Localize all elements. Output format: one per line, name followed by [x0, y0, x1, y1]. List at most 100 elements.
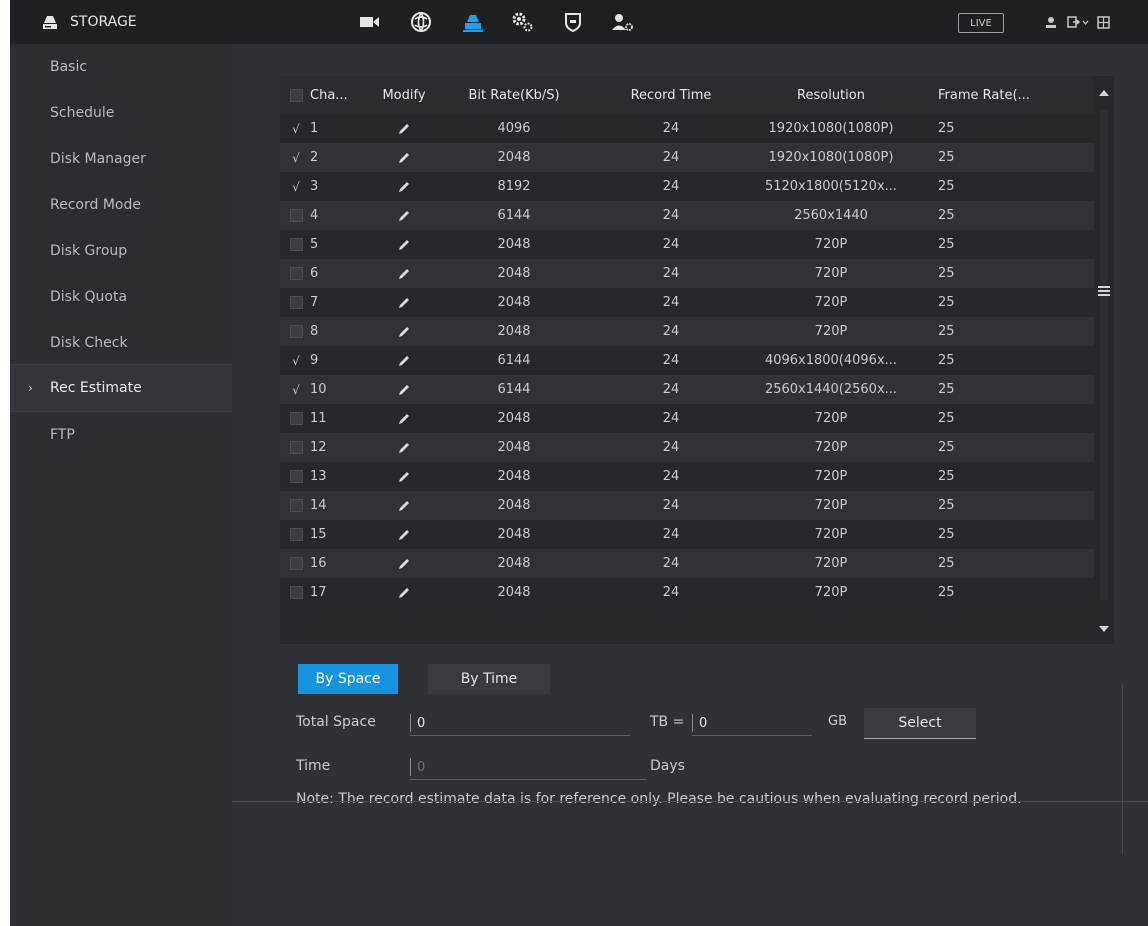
edit-pencil-icon[interactable]	[374, 549, 434, 578]
gb-input[interactable]: 0	[692, 711, 812, 736]
camera-icon[interactable]	[357, 9, 383, 35]
row-checkbox[interactable]: √	[288, 143, 304, 172]
edit-pencil-icon[interactable]	[374, 201, 434, 230]
resolution-cell: 720P	[814, 469, 848, 484]
days-label: Days	[650, 758, 685, 774]
edit-pencil-icon[interactable]	[374, 491, 434, 520]
table-row[interactable]: 12 2048 24 720P 25	[280, 433, 1094, 462]
table-row[interactable]: 5 2048 24 720P 25	[280, 230, 1094, 259]
resolution-cell: 720P	[814, 295, 848, 310]
edit-pencil-icon[interactable]	[374, 114, 434, 143]
sidebar-item-schedule[interactable]: Schedule	[10, 90, 232, 136]
table-row[interactable]: 13 2048 24 720P 25	[280, 462, 1094, 491]
row-checkbox[interactable]: √	[288, 172, 304, 201]
edit-pencil-icon[interactable]	[374, 143, 434, 172]
row-checkbox[interactable]	[288, 462, 304, 491]
sidebar-item-rec-estimate[interactable]: › Rec Estimate	[10, 365, 232, 411]
edit-pencil-icon[interactable]	[374, 462, 434, 491]
table-row[interactable]: √ 10 6144 24 2560x1440(2560x... 25	[280, 375, 1094, 404]
record-time-cell: 24	[662, 237, 680, 252]
table-row[interactable]: 14 2048 24 720P 25	[280, 491, 1094, 520]
edit-pencil-icon[interactable]	[374, 259, 434, 288]
sidebar-item-disk-quota[interactable]: Disk Quota	[10, 274, 232, 320]
live-button[interactable]: LIVE	[958, 13, 1004, 33]
edit-pencil-icon[interactable]	[374, 578, 434, 607]
table-row[interactable]: 17 2048 24 720P 25	[280, 578, 1094, 607]
display-layout-icon[interactable]	[1094, 13, 1112, 31]
scrollbar[interactable]	[1094, 76, 1114, 644]
account-icon[interactable]	[610, 9, 636, 35]
row-checkbox[interactable]: √	[288, 375, 304, 404]
scroll-down-arrow-icon[interactable]	[1099, 626, 1109, 632]
user-icon[interactable]	[1042, 13, 1060, 31]
edit-pencil-icon[interactable]	[374, 172, 434, 201]
sidebar-item-label: FTP	[50, 427, 75, 443]
sidebar-item-ftp[interactable]: FTP	[10, 412, 232, 458]
row-checkbox[interactable]	[288, 288, 304, 317]
row-checkbox[interactable]: √	[288, 346, 304, 375]
tab-by-time[interactable]: By Time	[428, 664, 550, 694]
header-channel[interactable]: Cha...	[310, 76, 352, 114]
row-checkbox[interactable]	[288, 230, 304, 259]
row-checkbox[interactable]	[288, 404, 304, 433]
total-space-input[interactable]: 0	[410, 711, 630, 736]
record-time-cell: 24	[662, 585, 680, 600]
table-row[interactable]: √ 9 6144 24 4096x1800(4096x... 25	[280, 346, 1094, 375]
edit-pencil-icon[interactable]	[374, 230, 434, 259]
table-row[interactable]: 15 2048 24 720P 25	[280, 520, 1094, 549]
sidebar-item-record-mode[interactable]: Record Mode	[10, 182, 232, 228]
table-row[interactable]: √ 1 4096 24 1920x1080(1080P) 25	[280, 114, 1094, 143]
record-time-cell: 24	[662, 266, 680, 281]
top-bar: STORAGE LIVE	[10, 0, 1148, 44]
row-checkbox[interactable]	[288, 578, 304, 607]
row-checkbox[interactable]	[288, 520, 304, 549]
scroll-thumb[interactable]	[1098, 286, 1110, 296]
row-checkbox[interactable]	[288, 317, 304, 346]
row-checkbox[interactable]	[288, 201, 304, 230]
row-checkbox[interactable]	[288, 433, 304, 462]
logout-icon[interactable]	[1066, 13, 1090, 31]
network-icon[interactable]	[408, 9, 434, 35]
header-record-time[interactable]: Record Time	[616, 76, 726, 114]
table-row[interactable]: 6 2048 24 720P 25	[280, 259, 1094, 288]
edit-pencil-icon[interactable]	[374, 375, 434, 404]
row-checkbox[interactable]	[288, 259, 304, 288]
table-row[interactable]: √ 3 8192 24 5120x1800(5120x... 25	[280, 172, 1094, 201]
header-resolution[interactable]: Resolution	[746, 76, 916, 114]
sidebar-item-label: Disk Manager	[50, 151, 146, 167]
bitrate-cell: 2048	[497, 295, 531, 310]
table-row[interactable]: 8 2048 24 720P 25	[280, 317, 1094, 346]
header-bitrate[interactable]: Bit Rate(Kb/S)	[454, 76, 574, 114]
system-settings-icon[interactable]	[510, 9, 536, 35]
table-row[interactable]: 7 2048 24 720P 25	[280, 288, 1094, 317]
table-row[interactable]: 4 6144 24 2560x1440 25	[280, 201, 1094, 230]
header-frame-rate[interactable]: Frame Rate(...	[930, 76, 1058, 114]
record-time-cell: 24	[662, 353, 680, 368]
row-checkbox[interactable]: √	[288, 114, 304, 143]
sidebar-item-basic[interactable]: Basic	[10, 44, 232, 90]
row-checkbox[interactable]	[288, 491, 304, 520]
edit-pencil-icon[interactable]	[374, 346, 434, 375]
edit-pencil-icon[interactable]	[374, 317, 434, 346]
edit-pencil-icon[interactable]	[374, 404, 434, 433]
select-all-checkbox[interactable]	[288, 76, 304, 114]
sidebar-item-label: Disk Group	[50, 243, 128, 259]
select-button[interactable]: Select	[864, 708, 976, 739]
scroll-up-arrow-icon[interactable]	[1099, 90, 1109, 96]
frame-rate-cell: 25	[938, 208, 955, 223]
edit-pencil-icon[interactable]	[374, 288, 434, 317]
storage-nav-icon[interactable]	[460, 9, 486, 35]
sidebar-item-disk-group[interactable]: Disk Group	[10, 228, 232, 274]
edit-pencil-icon[interactable]	[374, 520, 434, 549]
row-checkbox[interactable]	[288, 549, 304, 578]
table-row[interactable]: √ 2 2048 24 1920x1080(1080P) 25	[280, 143, 1094, 172]
sidebar-item-disk-check[interactable]: Disk Check	[10, 320, 232, 366]
edit-pencil-icon[interactable]	[374, 433, 434, 462]
sidebar-item-disk-manager[interactable]: Disk Manager	[10, 136, 232, 182]
record-time-cell: 24	[662, 527, 680, 542]
tab-by-space[interactable]: By Space	[298, 664, 398, 694]
scroll-track[interactable]	[1100, 110, 1108, 600]
table-row[interactable]: 11 2048 24 720P 25	[280, 404, 1094, 433]
security-icon[interactable]	[560, 9, 586, 35]
table-row[interactable]: 16 2048 24 720P 25	[280, 549, 1094, 578]
